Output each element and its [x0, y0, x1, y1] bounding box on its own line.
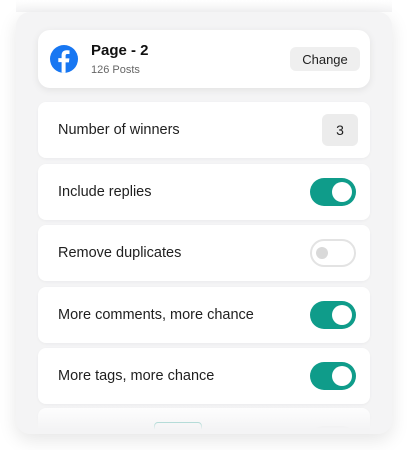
toggle-knob	[332, 305, 352, 325]
include-replies-row: Include replies	[38, 164, 370, 220]
include-replies-toggle[interactable]	[310, 178, 356, 206]
panel-top-fade	[16, 0, 392, 12]
more-comments-row: More comments, more chance	[38, 287, 370, 343]
selected-page-card: Page - 2 126 Posts Change	[38, 30, 370, 88]
number-of-winners-input[interactable]: 3	[322, 114, 358, 146]
more-comments-label: More comments, more chance	[58, 307, 254, 323]
toggle-knob	[316, 247, 328, 259]
remove-duplicates-row: Remove duplicates	[38, 225, 370, 281]
change-page-button[interactable]: Change	[290, 47, 360, 71]
include-replies-label: Include replies	[58, 184, 152, 200]
more-tags-label: More tags, more chance	[58, 368, 215, 384]
page-name: Page - 2	[91, 42, 149, 59]
more-tags-row: More tags, more chance	[38, 348, 370, 404]
more-comments-toggle[interactable]	[310, 301, 356, 329]
scroll-fade	[16, 404, 392, 434]
remove-duplicates-toggle[interactable]	[310, 239, 356, 267]
number-of-winners-row: Number of winners 3	[38, 102, 370, 158]
toggle-knob	[332, 182, 352, 202]
more-tags-toggle[interactable]	[310, 362, 356, 390]
facebook-logo-icon	[50, 45, 78, 73]
page-post-count: 126 Posts	[91, 64, 140, 76]
giveaway-settings-panel: Page - 2 126 Posts Change Number of winn…	[16, 12, 392, 434]
number-of-winners-label: Number of winners	[58, 122, 180, 138]
toggle-knob	[332, 366, 352, 386]
remove-duplicates-label: Remove duplicates	[58, 245, 182, 261]
